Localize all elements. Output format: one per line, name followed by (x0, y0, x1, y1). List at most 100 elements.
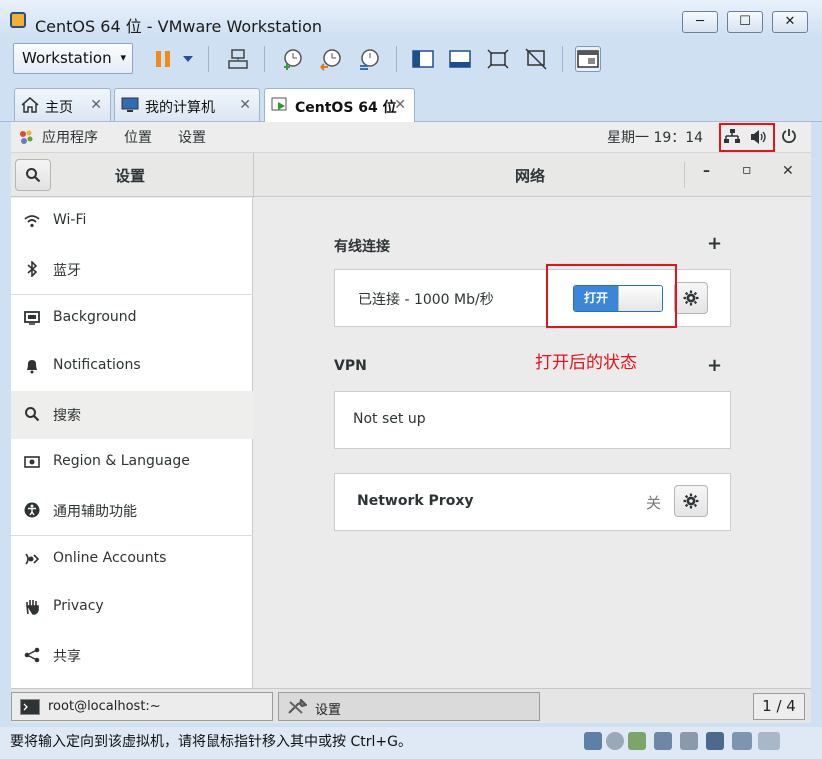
minimize-button[interactable]: ─ (682, 11, 718, 33)
sound-card-icon[interactable] (680, 732, 698, 750)
taskbar-settings[interactable]: 设置 (278, 692, 540, 721)
taskbar-terminal-label: root@localhost:~ (48, 699, 161, 714)
unity-mode-icon[interactable] (523, 46, 549, 72)
sidebar-item-label: 蓝牙 (53, 263, 81, 279)
power-icon[interactable] (781, 128, 797, 144)
gnome-foot-icon (20, 130, 33, 144)
fullscreen-icon[interactable] (485, 46, 511, 72)
share-icon (24, 647, 40, 663)
message-log-icon[interactable] (758, 732, 780, 750)
guest-screen[interactable]: 应用程序 位置 设置 星期一 19：14 设置 网络 – ▫ ✕ Wi-Fi 蓝… (11, 122, 811, 688)
workstation-menu-label: Workstation (22, 49, 112, 67)
vmware-titlebar: CentOS 64 位 - VMware Workstation ─ ☐ ✕ (0, 0, 822, 38)
add-vpn-button[interactable]: + (707, 355, 722, 376)
online-accounts-icon (24, 551, 40, 567)
gear-icon (683, 290, 699, 306)
network-panel: 有线连接 + 已连接 - 1000 Mb/秒 打开 打开后的状态 VPN + N… (254, 198, 811, 688)
highlight-box (546, 264, 677, 328)
proxy-state: 关 (646, 494, 662, 512)
sidebar-item-notifications[interactable]: Notifications (11, 343, 253, 391)
workspace-pager[interactable]: 1 / 4 (753, 693, 805, 720)
wired-settings-button[interactable] (674, 282, 708, 314)
workstation-menu[interactable]: Workstation ▾ (13, 43, 133, 74)
search-icon (26, 168, 41, 183)
sidebar-item-label: 共享 (53, 649, 81, 665)
sidebar-item-label: 通用辅助功能 (53, 504, 137, 520)
settings-sidebar: Wi-Fi 蓝牙 Background Notifications 搜索 Reg… (11, 198, 253, 688)
tools-icon (288, 699, 307, 714)
snapshot-icon[interactable] (280, 46, 306, 72)
window-minimize-button[interactable]: – (703, 163, 710, 179)
toolbar-divider (396, 46, 397, 72)
toolbar-divider (208, 46, 209, 72)
close-icon[interactable]: ✕ (90, 97, 102, 113)
hard-disk-icon[interactable] (584, 732, 602, 750)
settings-title: 设置 (115, 167, 146, 185)
network-wired-icon[interactable] (724, 129, 740, 145)
window-maximize-button[interactable]: ▫ (742, 162, 752, 178)
search-button[interactable] (15, 159, 51, 191)
window-close-button[interactable]: ✕ (782, 163, 794, 179)
terminal-icon (20, 699, 40, 715)
clock[interactable]: 星期一 19：14 (607, 127, 703, 147)
volume-icon[interactable] (750, 129, 768, 145)
vmware-toolbar: Workstation ▾ (0, 38, 822, 82)
display-icon[interactable] (732, 732, 752, 750)
bluetooth-icon (24, 261, 40, 277)
applications-menu[interactable]: 应用程序 (42, 127, 98, 147)
toolbar-divider (562, 46, 563, 72)
panel-title: 网络 (515, 167, 546, 185)
close-icon[interactable]: ✕ (239, 97, 251, 113)
sidebar-item-region[interactable]: Region & Language (11, 439, 253, 487)
search-icon (24, 406, 40, 422)
tab-my-computer[interactable]: 我的计算机 ✕ (114, 88, 260, 121)
console-view-icon[interactable] (447, 46, 473, 72)
sidebar-item-sharing[interactable]: 共享 (11, 632, 253, 680)
sidebar-item-search[interactable]: 搜索 (11, 391, 253, 439)
sidebar-item-accessibility[interactable]: 通用辅助功能 (11, 487, 253, 535)
network-adapter-icon[interactable] (628, 732, 646, 750)
snapshot-manager-icon[interactable] (356, 46, 382, 72)
power-dropdown-icon[interactable] (178, 46, 198, 72)
printer-icon[interactable] (706, 732, 724, 750)
hand-icon (24, 599, 40, 615)
places-menu[interactable]: 位置 (124, 127, 152, 147)
settings-menu[interactable]: 设置 (178, 127, 206, 147)
proxy-label: Network Proxy (357, 493, 474, 509)
usb-icon[interactable] (654, 732, 672, 750)
sidebar-item-privacy[interactable]: Privacy (11, 584, 253, 632)
sidebar-item-label: Online Accounts (53, 550, 167, 566)
accessibility-icon (24, 502, 40, 518)
sidebar-item-label: Privacy (53, 598, 104, 614)
close-button[interactable]: ✕ (772, 11, 808, 33)
sidebar-item-background[interactable]: Background (11, 295, 253, 343)
close-icon[interactable]: ✕ (394, 97, 406, 113)
pause-icon[interactable] (150, 46, 176, 72)
revert-snapshot-icon[interactable] (318, 46, 344, 72)
cd-drive-icon[interactable] (606, 732, 624, 750)
library-view-icon[interactable] (410, 46, 436, 72)
sidebar-item-online-accounts[interactable]: Online Accounts (11, 536, 253, 584)
add-wired-button[interactable]: + (707, 233, 722, 254)
network-proxy-card[interactable]: Network Proxy 关 (334, 473, 731, 531)
tab-home[interactable]: 主页 ✕ (14, 88, 111, 121)
home-icon (21, 97, 39, 113)
sidebar-item-label: Wi-Fi (53, 212, 87, 228)
background-icon (24, 310, 40, 326)
sidebar-item-label: Background (53, 309, 137, 325)
taskbar-terminal[interactable]: root@localhost:~ (11, 692, 273, 721)
tab-centos[interactable]: CentOS 64 位 ✕ (264, 88, 415, 122)
maximize-button[interactable]: ☐ (727, 11, 763, 33)
toolbar-divider (264, 46, 265, 72)
send-keys-icon[interactable] (225, 46, 251, 72)
bell-icon (24, 358, 40, 374)
vmware-logo-icon (10, 12, 26, 28)
tab-home-label: 主页 (45, 100, 73, 116)
headerbar-divider (253, 153, 254, 198)
sidebar-item-label: Notifications (53, 357, 141, 373)
sidebar-item-bluetooth[interactable]: 蓝牙 (11, 246, 253, 294)
sidebar-item-wifi[interactable]: Wi-Fi (11, 198, 253, 246)
headerbar-divider (684, 162, 685, 188)
proxy-settings-button[interactable] (674, 485, 708, 517)
thumbnail-view-icon[interactable] (575, 46, 601, 72)
